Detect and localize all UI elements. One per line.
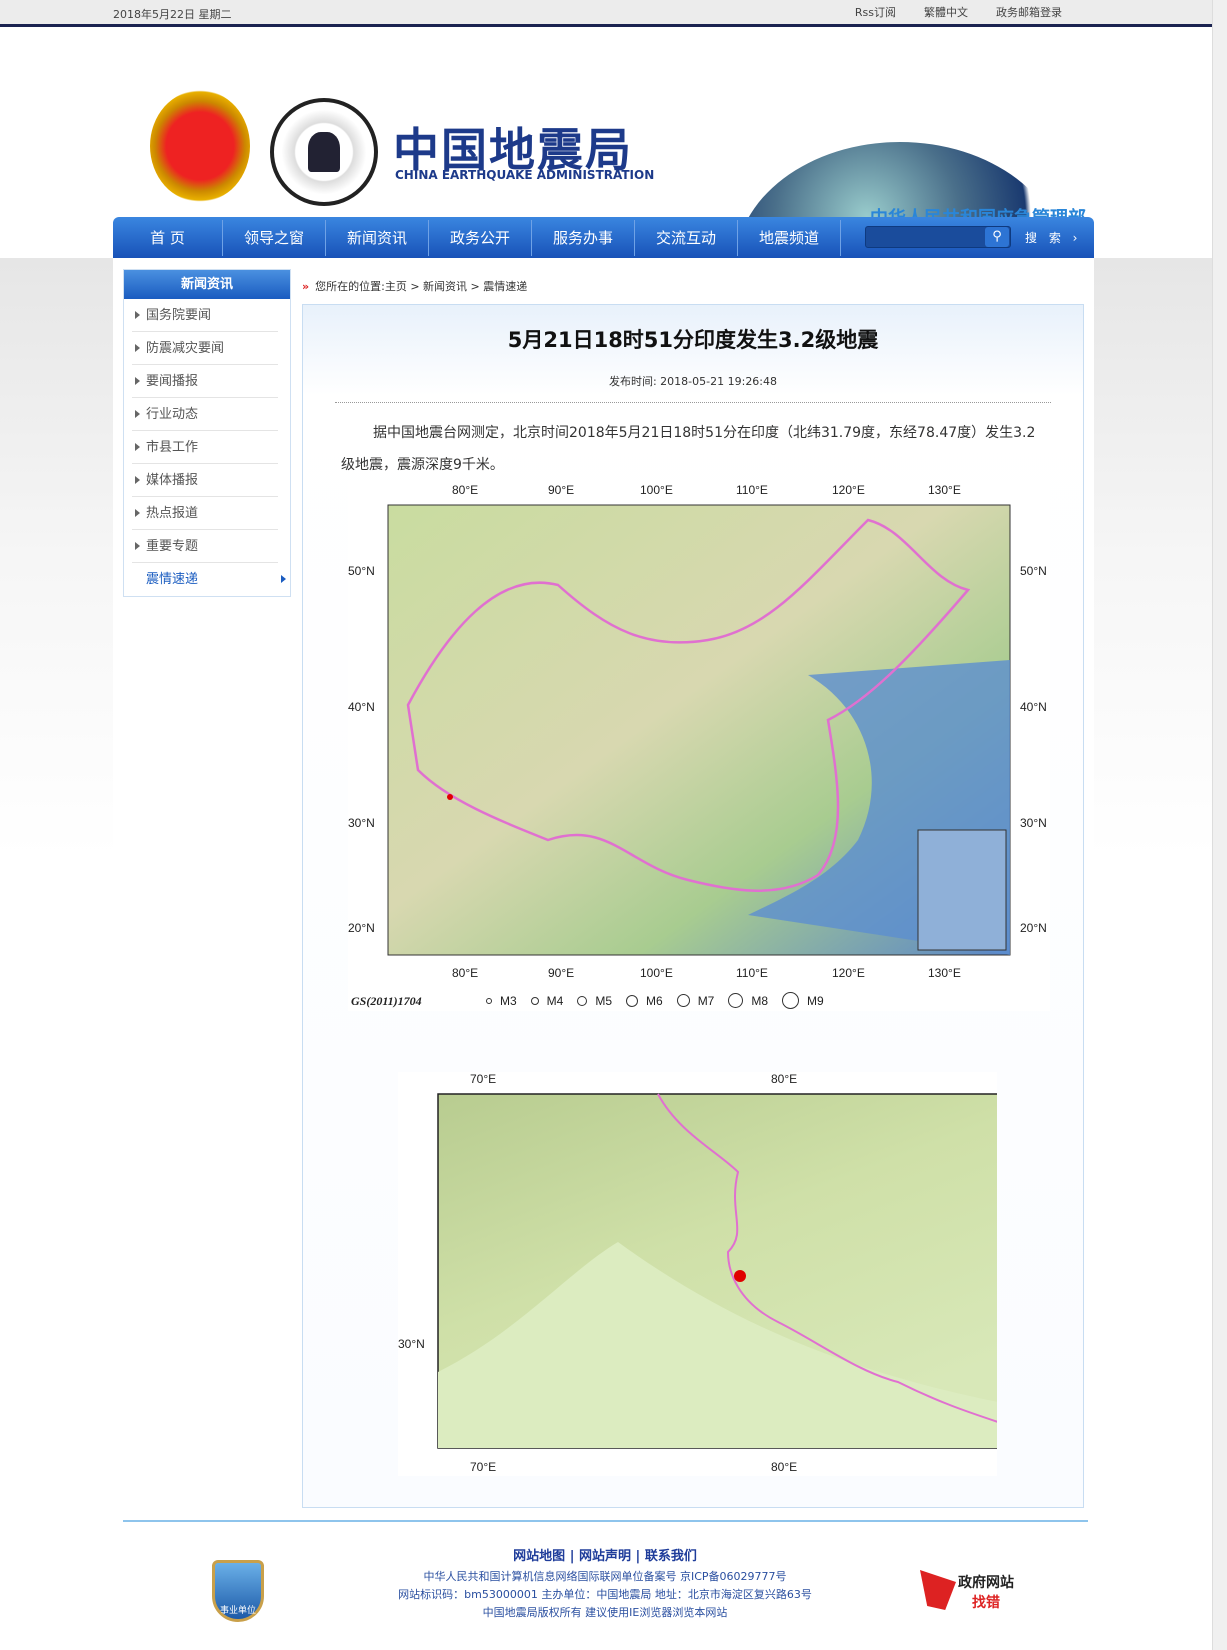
top-bar: 2018年5月22日 星期二 Rss订阅 繁體中文 政务邮箱登录: [0, 0, 1212, 27]
lat-label: 50°N: [348, 564, 375, 578]
legend-item: M6: [646, 993, 663, 1008]
regional-map-figure: 70°E 80°E 70°E 80°E 30°N: [398, 1072, 997, 1476]
epicenter-marker: [734, 1270, 746, 1282]
article-body: 据中国地震台网测定，北京时间2018年5月21日18时51分在印度（北纬31.7…: [341, 425, 1036, 473]
breadcrumb-prefix: 您所在的位置:: [315, 280, 385, 293]
lon-label: 130°E: [928, 483, 961, 497]
nav-news[interactable]: 新闻资讯: [326, 219, 429, 256]
nav-home[interactable]: 首 页: [113, 219, 223, 256]
china-map-image: [387, 504, 1011, 956]
lon-label: 100°E: [640, 966, 673, 980]
lon-label: 120°E: [832, 483, 865, 497]
publish-time: 发布时间: 2018-05-21 19:26:48: [608, 375, 778, 388]
lon-label: 110°E: [736, 966, 768, 980]
nav-earthquake-channel[interactable]: 地震频道: [738, 219, 841, 256]
current-date: 2018年5月22日 星期二: [113, 8, 232, 21]
lat-label: 30°N: [1020, 816, 1047, 830]
lon-label: 80°E: [771, 1072, 798, 1086]
nav-interaction[interactable]: 交流互动: [635, 219, 738, 256]
gov-text: 政府网站: [958, 1575, 1014, 1591]
lat-label: 30°N: [398, 1337, 425, 1351]
footer-divider: [123, 1520, 1088, 1522]
regional-map-image: [437, 1093, 997, 1449]
nav-leaders[interactable]: 领导之窗: [223, 219, 326, 256]
sidebar-item[interactable]: 要闻播报: [132, 365, 278, 398]
sitemap-link[interactable]: 网站地图: [513, 1549, 565, 1564]
lon-label: 80°E: [452, 966, 479, 980]
gov-mail-login-link[interactable]: 政务邮箱登录: [996, 4, 1062, 20]
legend-item: M7: [697, 993, 715, 1008]
lat-label: 30°N: [348, 816, 375, 830]
epicenter-marker: [447, 794, 453, 800]
gov-site-error-report[interactable]: 政府网站 找错: [920, 1568, 1030, 1614]
site-logo-english: CHINA EARTHQUAKE ADMINISTRATION: [395, 168, 655, 182]
legend-item: M4: [546, 993, 564, 1008]
nav-gov-affairs[interactable]: 政务公开: [429, 219, 532, 256]
footer-line: 网站标识码：bm53000001 主办单位：中国地震局 地址：北京市海淀区复兴路…: [398, 1588, 812, 1601]
magnifier-icon[interactable]: ⚲: [985, 227, 1009, 247]
lat-label: 20°N: [348, 921, 375, 935]
magnitude-legend: M3 M4 M5 M6 M7 M8 M9: [486, 992, 824, 1009]
lon-label: 110°E: [736, 483, 768, 497]
national-emblem-logo: [150, 90, 250, 202]
lon-label: 130°E: [928, 966, 961, 980]
sidebar-item[interactable]: 防震减灾要闻: [132, 332, 278, 365]
legend-item: M5: [595, 993, 613, 1008]
lon-label: 70°E: [470, 1072, 497, 1086]
lon-label: 120°E: [832, 966, 865, 980]
legend-item: M9: [807, 993, 824, 1008]
lon-label: 70°E: [470, 1460, 497, 1474]
lon-label: 80°E: [771, 1460, 798, 1474]
traditional-chinese-link[interactable]: 繁體中文: [924, 4, 968, 20]
legend-item: M3: [500, 993, 517, 1008]
double-arrow-icon: »: [302, 280, 310, 293]
divider: [335, 402, 1051, 403]
institution-badge[interactable]: 事业单位: [212, 1560, 264, 1622]
lon-label: 100°E: [640, 483, 673, 497]
lon-label: 80°E: [452, 483, 479, 497]
footer: 网站地图 | 网站声明 | 联系我们 中华人民共和国计算机信息网络国际联网单位备…: [300, 1548, 910, 1622]
sidebar: 新闻资讯 国务院要闻 防震减灾要闻 要闻播报 行业动态 市县工作 媒体播报 热点…: [123, 269, 291, 597]
footer-line: 中国地震局版权所有 建议使用IE浏览器浏览本网站: [482, 1606, 728, 1619]
lat-label: 20°N: [1020, 921, 1047, 935]
lat-label: 50°N: [1020, 564, 1047, 578]
lon-label: 90°E: [548, 966, 575, 980]
cea-seal-logo: [270, 98, 378, 206]
search-button[interactable]: 搜 索 ›: [1025, 229, 1081, 246]
sidebar-item-active[interactable]: 震情速递: [132, 563, 286, 596]
sidebar-item[interactable]: 媒体播报: [132, 464, 278, 497]
legend-item: M8: [751, 993, 769, 1008]
main-nav: 首 页 领导之窗 新闻资讯 政务公开 服务办事 交流互动 地震频道 ⚲ 搜 索 …: [113, 217, 1094, 258]
sidebar-item[interactable]: 行业动态: [132, 398, 278, 431]
china-map-figure: 80°E 90°E 100°E 110°E 120°E 130°E 80°E 9…: [348, 480, 1050, 1011]
sidebar-item[interactable]: 国务院要闻: [132, 299, 278, 332]
breadcrumb-path[interactable]: 主页 > 新闻资讯 > 震情速递: [385, 280, 527, 293]
sidebar-item[interactable]: 热点报道: [132, 497, 278, 530]
lon-label: 90°E: [548, 483, 575, 497]
footer-line: 中华人民共和国计算机信息网络国际联网单位备案号 京ICP备06029777号: [423, 1570, 787, 1583]
sidebar-item[interactable]: 市县工作: [132, 431, 278, 464]
nav-services[interactable]: 服务办事: [532, 219, 635, 256]
breadcrumb: » 您所在的位置:主页 > 新闻资讯 > 震情速递: [302, 278, 527, 294]
sidebar-title: 新闻资讯: [124, 270, 290, 299]
magnifier-icon: [920, 1570, 956, 1610]
article-title: 5月21日18时51分印度发生3.2级地震: [507, 328, 879, 352]
map-approval-code: GS(2011)1704: [351, 994, 422, 1008]
gov-text: 找错: [972, 1595, 1000, 1611]
contact-link[interactable]: 联系我们: [645, 1549, 697, 1564]
lat-label: 40°N: [348, 700, 375, 714]
sidebar-item[interactable]: 重要专题: [132, 530, 278, 563]
article-panel: 5月21日18时51分印度发生3.2级地震 发布时间: 2018-05-21 1…: [302, 304, 1084, 1508]
site-statement-link[interactable]: 网站声明: [579, 1549, 631, 1564]
lat-label: 40°N: [1020, 700, 1047, 714]
scrollbar[interactable]: [1212, 0, 1227, 1650]
rss-link[interactable]: Rss订阅: [855, 4, 896, 20]
